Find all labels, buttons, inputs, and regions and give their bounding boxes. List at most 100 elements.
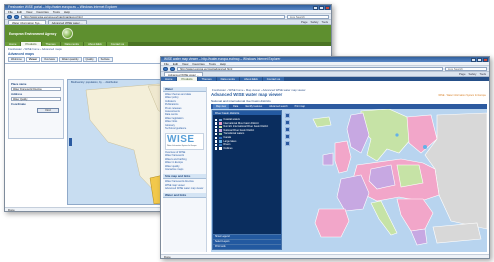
input-place-name[interactable]: Water Framework Directive	[11, 87, 61, 91]
nav-products[interactable]: Products	[21, 42, 41, 46]
menu-help[interactable]: Help	[220, 62, 226, 66]
label-coordinate: Coordinate	[11, 102, 26, 106]
layer-swatch	[218, 143, 222, 147]
wise-link-list: Overview of WISE Water framework Waters …	[163, 150, 206, 172]
zoom-out-icon[interactable]	[285, 120, 290, 125]
wise-logo[interactable]: WISE Water Information System for Europe	[165, 133, 204, 150]
nav-themes[interactable]: Themes	[41, 42, 60, 46]
map-region-italy	[370, 200, 398, 236]
content-tab-quality[interactable]: Quality	[82, 57, 97, 62]
menu-edit[interactable]: Edit	[17, 10, 22, 14]
map-region-turkey	[432, 222, 482, 244]
input-address[interactable]: Water Quality	[11, 97, 61, 101]
content-tab-viewer[interactable]: Viewer	[25, 57, 41, 62]
nav-data-centre[interactable]: Data centre	[216, 77, 240, 81]
nav-contact[interactable]: Contact us	[106, 42, 129, 46]
nav-home[interactable]: Home	[161, 77, 177, 81]
map-region-balkans	[396, 198, 434, 232]
find-button[interactable]: Find	[37, 108, 59, 113]
print-tools-button[interactable]: Print tools	[213, 244, 281, 249]
minimize-icon[interactable]	[471, 57, 476, 62]
label-address: Address	[11, 92, 23, 96]
back-browser-tab-2[interactable]: Advanced WISE water ...	[47, 20, 87, 25]
eea-logo-text[interactable]: European Environment Agency	[9, 32, 56, 36]
nav-about[interactable]: About EEA	[240, 77, 262, 81]
back-window-title: Freshwater WISE portal – http://water.eu…	[8, 5, 118, 9]
layer-swatch	[218, 118, 222, 121]
tool-tools[interactable]: Tools	[479, 72, 486, 76]
menu-favorites[interactable]: Favorites	[36, 10, 48, 14]
nav-about[interactable]: About EEA	[84, 42, 106, 46]
nav-home[interactable]: Home	[5, 42, 21, 46]
back-search-panel: Place name Water Framework Directive Add…	[8, 79, 64, 139]
menu-tools[interactable]: Tools	[209, 62, 216, 66]
menu-file[interactable]: File	[8, 10, 13, 14]
layer-checkbox[interactable]	[215, 140, 218, 143]
layer-checkbox[interactable]	[215, 132, 218, 136]
tool-safety[interactable]: Safety	[311, 20, 319, 24]
nav-themes[interactable]: Themes	[197, 77, 216, 81]
close-icon[interactable]	[483, 57, 488, 62]
layer-swatch	[218, 129, 222, 132]
layer-swatch	[218, 132, 222, 136]
tool-safety[interactable]: Safety	[469, 72, 477, 76]
content-tab-quantity[interactable]: Water quantity	[58, 57, 82, 62]
maximize-icon[interactable]	[477, 57, 482, 62]
forward-arrow-icon[interactable]	[170, 66, 175, 71]
tool-page[interactable]: Page	[459, 72, 466, 76]
nav-data-centre[interactable]: Data centre	[60, 42, 84, 46]
sitemap-link[interactable]: Advanced WISE water map viewer	[165, 187, 204, 190]
layer-checkbox[interactable]	[215, 125, 218, 129]
layer-swatch	[218, 140, 222, 143]
layer-checkbox[interactable]	[215, 129, 218, 132]
front-search-box[interactable]: Live Search	[445, 66, 487, 71]
back-address-bar[interactable]: http://www.wise.europa.eu/map/maplayout.…	[21, 14, 285, 19]
layer-row[interactable]: Outlines	[213, 147, 281, 151]
back-arrow-icon[interactable]	[163, 66, 168, 71]
minimize-icon[interactable]	[313, 5, 318, 10]
sitemap-link-list: Water framework directive WISE map viewe…	[163, 179, 206, 191]
front-header-right: WISE · Water Information System for Euro…	[438, 94, 486, 97]
front-browser-tab[interactable]: Advanced WISE water ...	[164, 72, 204, 77]
close-icon[interactable]	[325, 5, 330, 10]
tool-page[interactable]: Page	[301, 20, 308, 24]
front-address-bar[interactable]: http://water.europa.eu/map/advanced.html	[177, 66, 443, 71]
full-extent-icon[interactable]	[285, 141, 290, 146]
tool-tools[interactable]: Tools	[321, 20, 328, 24]
layer-swatch	[218, 125, 222, 129]
layer-checkbox[interactable]	[215, 143, 218, 147]
pan-icon[interactable]	[285, 127, 290, 132]
map-lake	[395, 133, 399, 137]
back-arrow-icon[interactable]	[7, 14, 12, 19]
map-region-iceland	[312, 116, 332, 128]
layer-panel-buttons: Show Legend Select Layers Print tools	[213, 234, 281, 249]
left-link-list: Water themes and data Water policy Indic…	[163, 92, 206, 131]
nav-contact[interactable]: Contact us	[262, 77, 285, 81]
content-tab-surface[interactable]: Surface	[97, 57, 113, 62]
layer-checkbox[interactable]	[215, 118, 218, 121]
menu-tools[interactable]: Tools	[53, 10, 60, 14]
front-subtitle: National and international river basin d…	[211, 99, 271, 103]
content-tab-welcome[interactable]: Welcome	[8, 57, 25, 62]
menu-help[interactable]: Help	[64, 10, 70, 14]
menu-view[interactable]: View	[182, 62, 188, 66]
menu-file[interactable]: File	[164, 62, 169, 66]
zoom-in-icon[interactable]	[285, 113, 290, 118]
content-tab-overview[interactable]: Overview	[41, 57, 58, 62]
nav-products[interactable]: Products	[177, 77, 197, 81]
layer-checkbox[interactable]	[215, 136, 218, 139]
layer-checkbox[interactable]	[215, 122, 218, 125]
wise-link[interactable]: Interactive maps	[165, 168, 204, 171]
menu-edit[interactable]: Edit	[173, 62, 178, 66]
identify-icon[interactable]	[285, 134, 290, 139]
back-browser-tab[interactable]: Water information Sys...	[8, 20, 46, 25]
back-search-box[interactable]: Live Search	[287, 14, 329, 19]
back-map-pan-left-icon[interactable]	[69, 138, 72, 146]
maximize-icon[interactable]	[319, 5, 324, 10]
globe-logo-icon	[62, 28, 74, 39]
forward-arrow-icon[interactable]	[14, 14, 19, 19]
layer-checkbox[interactable]	[215, 147, 218, 150]
left-link[interactable]: Technical guidance	[165, 127, 204, 130]
menu-view[interactable]: View	[26, 10, 32, 14]
menu-favorites[interactable]: Favorites	[192, 62, 204, 66]
